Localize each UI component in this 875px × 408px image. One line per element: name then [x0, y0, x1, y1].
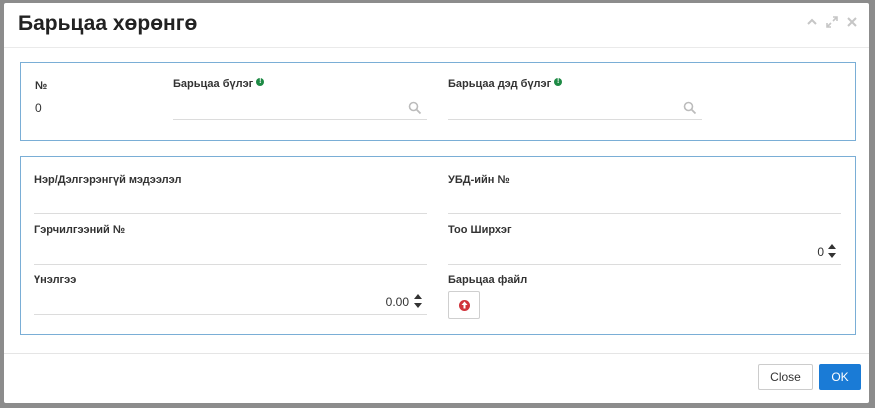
close-icon[interactable]: [845, 15, 859, 29]
quantity-stepper-icon[interactable]: [828, 243, 836, 258]
collateral-file-label: Барьцаа файл: [448, 274, 528, 286]
appraisal-label: Үнэлгээ: [34, 274, 77, 286]
appraisal-input[interactable]: 0.00: [311, 295, 409, 309]
ubd-label: УБД-ийн №: [448, 174, 510, 186]
appraisal-stepper-icon[interactable]: [414, 293, 422, 308]
expand-icon[interactable]: [825, 15, 839, 29]
appraisal-underline: [34, 314, 427, 315]
quantity-label: Тоо Ширхэг: [448, 224, 512, 236]
search-icon[interactable]: [408, 101, 422, 115]
collapse-icon[interactable]: [805, 15, 819, 29]
collateral-details-panel: Нэр/Дэлгэрэнгүй мэдээлэл УБД-ийн № Гэрчи…: [20, 156, 856, 335]
ok-button[interactable]: OK: [819, 364, 861, 390]
ubd-input[interactable]: [448, 195, 840, 209]
subgroup-label-text: Барьцаа дэд бүлэг: [448, 78, 552, 90]
name-label: Нэр/Дэлгэрэнгүй мэдээлэл: [34, 174, 182, 186]
quantity-underline: [448, 264, 841, 265]
quantity-input[interactable]: 0: [721, 245, 824, 259]
subgroup-underline: [448, 119, 702, 120]
info-icon: !: [554, 78, 563, 86]
name-underline: [34, 213, 427, 214]
upload-arrow-icon: [458, 299, 470, 311]
number-label: №: [35, 80, 48, 92]
group-label: Барьцаа бүлэг!: [173, 78, 265, 90]
certificate-label: Гэрчилгээний №: [34, 224, 126, 236]
modal-dialog: Барьцаа хөрөнгө № 0 Барьцаа бүлэг! Барьц…: [4, 3, 869, 403]
group-underline: [173, 119, 427, 120]
footer-divider: [4, 353, 869, 354]
collateral-group-panel: № 0 Барьцаа бүлэг! Барьцаа дэд бүлэг!: [20, 62, 856, 141]
number-value: 0: [35, 101, 42, 115]
certificate-input[interactable]: [34, 245, 426, 259]
subgroup-label: Барьцаа дэд бүлэг!: [448, 78, 563, 90]
info-icon: !: [256, 78, 265, 86]
search-icon[interactable]: [683, 101, 697, 115]
group-label-text: Барьцаа бүлэг: [173, 78, 254, 90]
header-divider: [4, 47, 869, 48]
name-input[interactable]: [34, 195, 426, 209]
ubd-underline: [448, 213, 841, 214]
upload-button[interactable]: [448, 291, 480, 319]
close-button[interactable]: Close: [758, 364, 813, 390]
certificate-underline: [34, 264, 427, 265]
dialog-title: Барьцаа хөрөнгө: [18, 12, 198, 35]
window-controls: [805, 15, 859, 29]
